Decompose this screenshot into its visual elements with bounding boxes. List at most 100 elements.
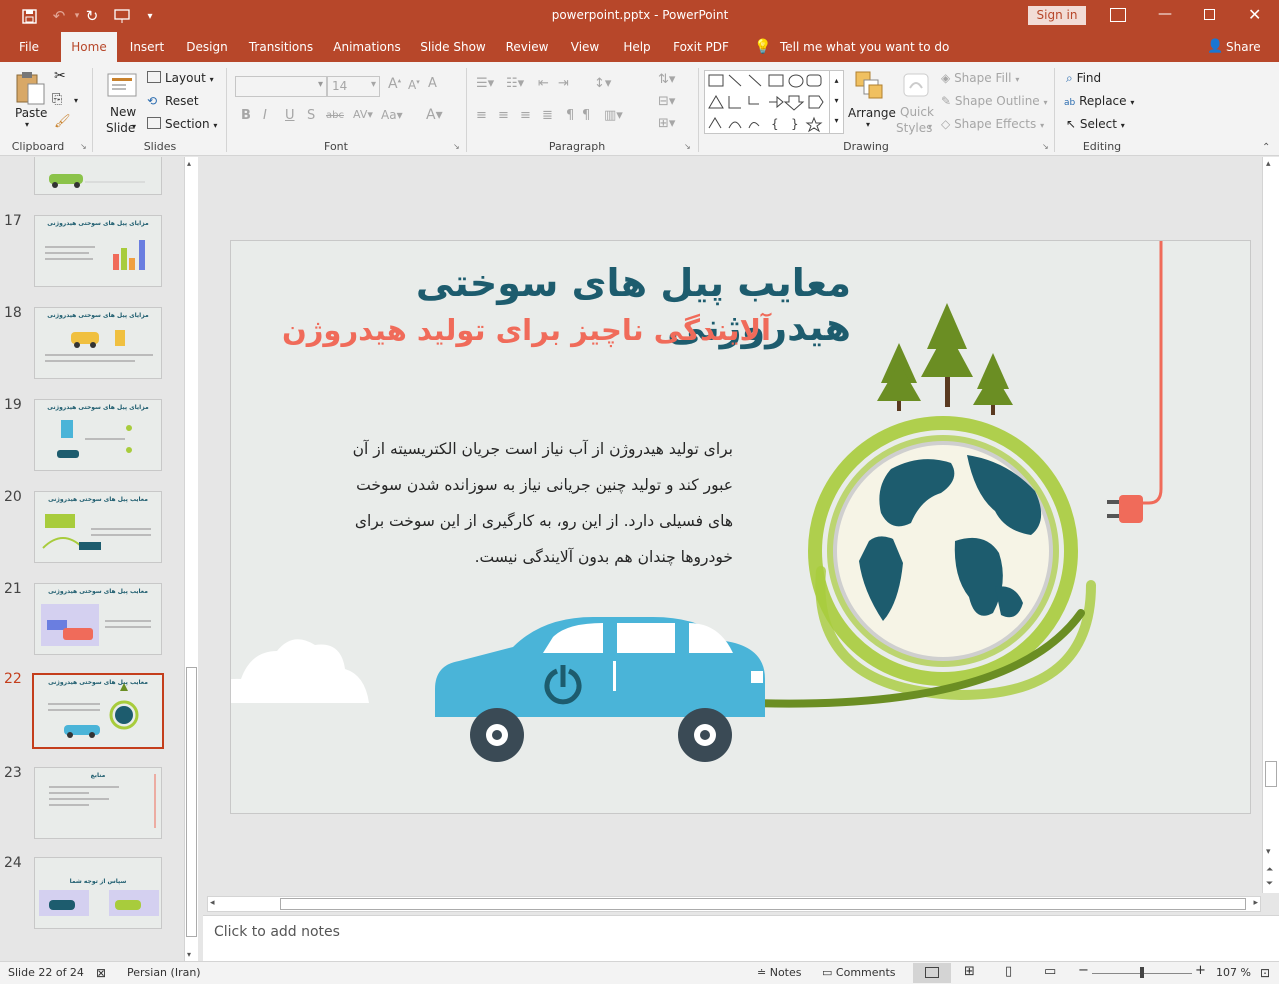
new-slide-icon[interactable] [106, 70, 138, 100]
zoom-slider-thumb[interactable] [1140, 967, 1144, 978]
restore-icon[interactable] [1204, 9, 1215, 20]
scroll-up-icon[interactable]: ▴ [1266, 159, 1271, 169]
slide-body-text[interactable]: برای تولید هیدروژن از آب نیاز است جریان … [291, 431, 733, 575]
layout-button[interactable]: Layout ▾ [165, 71, 214, 85]
arrange-dropdown-icon[interactable]: ▾ [866, 120, 870, 129]
close-icon[interactable]: ✕ [1248, 5, 1261, 24]
tab-animations[interactable]: Animations [330, 32, 404, 62]
drawing-launcher-icon[interactable]: ↘ [1042, 142, 1049, 151]
quick-styles-label-2[interactable]: Styles [896, 121, 932, 135]
section-button[interactable]: Section ▾ [165, 117, 217, 131]
scroll-down-icon[interactable]: ▾ [187, 950, 191, 959]
new-slide-label-1[interactable]: New [110, 105, 136, 119]
reading-view-icon[interactable]: ▯ [1005, 964, 1012, 979]
scroll-up-icon[interactable]: ▴ [187, 159, 191, 168]
text-direction-icon[interactable]: ⇅▾ [658, 72, 675, 87]
zoom-out-icon[interactable]: − [1078, 963, 1089, 978]
smartart-icon[interactable]: ⊞▾ [658, 116, 675, 131]
customize-toolbar-icon[interactable]: ▾ [141, 7, 159, 25]
spell-check-icon[interactable]: ⊠ [96, 966, 106, 980]
character-spacing-icon[interactable]: AV▾ [353, 108, 373, 121]
strikethrough-icon[interactable]: abc [326, 110, 344, 121]
slide-thumbnail[interactable] [34, 157, 162, 195]
vertical-scrollbar[interactable]: ▴ ▾ ⏶ ⏷ [1262, 157, 1279, 893]
save-icon[interactable] [20, 7, 38, 25]
shape-fill-button[interactable]: ◈ Shape Fill ▾ [941, 71, 1019, 85]
slideshow-view-icon[interactable]: ▭ [1044, 964, 1056, 979]
arrange-icon[interactable] [854, 70, 884, 100]
new-slide-dropdown-icon[interactable]: ▾ [132, 122, 136, 131]
copy-dropdown-icon[interactable]: ▾ [74, 96, 78, 105]
next-slide-icon[interactable]: ⏷ [1266, 879, 1273, 889]
undo-icon[interactable]: ↶ [50, 7, 68, 25]
scrollbar-thumb[interactable] [280, 898, 1246, 910]
slide-canvas[interactable]: معایب پیل های سوختی هیدروژنی آلایندگی نا… [230, 240, 1251, 814]
reset-button[interactable]: Reset [165, 94, 199, 108]
paragraph-launcher-icon[interactable]: ↘ [684, 142, 691, 151]
paste-button[interactable]: Paste [15, 106, 47, 120]
arrange-button[interactable]: Arrange [848, 106, 896, 120]
slide-thumbnail-20[interactable]: معایب پیل های سوختی هیدروژنی [34, 491, 162, 563]
rtl-icon[interactable]: ¶ [566, 108, 574, 123]
zoom-in-icon[interactable]: + [1195, 963, 1206, 978]
slide-thumbnail-22-selected[interactable]: معایب پیل های سوختی هیدروژنی [32, 673, 164, 749]
tab-transitions[interactable]: Transitions [246, 32, 316, 62]
tab-home[interactable]: Home [61, 32, 117, 62]
comments-toggle[interactable]: ▭ Comments [822, 966, 896, 979]
slide-thumbnail-19[interactable]: مزایای پیل های سوختی هیدروژنی [34, 399, 162, 471]
tab-review[interactable]: Review [502, 32, 552, 62]
font-launcher-icon[interactable]: ↘ [453, 142, 460, 151]
notes-pane[interactable]: Click to add notes [203, 915, 1279, 961]
underline-icon[interactable]: U [285, 108, 295, 123]
sign-in-button[interactable]: Sign in [1028, 6, 1086, 25]
format-painter-icon[interactable]: 🖌 [54, 114, 71, 129]
clear-formatting-icon[interactable]: A [428, 76, 437, 91]
align-center-icon[interactable]: ≡ [498, 108, 509, 123]
slide-thumbnail-18[interactable]: مزایای پیل های سوختی هیدروژنی [34, 307, 162, 379]
tab-file[interactable]: File [8, 32, 50, 62]
scroll-right-icon[interactable]: ▸ [1253, 898, 1258, 908]
line-spacing-icon[interactable]: ↕▾ [594, 76, 611, 91]
columns-icon[interactable]: ▥▾ [604, 108, 623, 123]
decrease-indent-icon[interactable]: ⇤ [538, 76, 549, 91]
slide-thumbnail-23[interactable]: منابع [34, 767, 162, 839]
collapse-ribbon-icon[interactable]: ⌃ [1262, 142, 1270, 153]
notes-toggle[interactable]: ≐ Notes [757, 966, 802, 979]
zoom-level[interactable]: 107 % [1216, 966, 1251, 979]
find-button[interactable]: ⌕ Find [1066, 71, 1101, 86]
thumbnail-scrollbar[interactable]: ▴ ▾ [184, 157, 198, 961]
slide-thumbnail-24[interactable]: سپاس از توجه شما [34, 857, 162, 929]
shadow-icon[interactable]: S [307, 108, 315, 123]
new-slide-label-2[interactable]: Slide [106, 121, 135, 135]
slide-thumbnail-21[interactable]: معایب پیل های سوختی هیدروژنی [34, 583, 162, 655]
shape-effects-button[interactable]: ◇ Shape Effects ▾ [941, 117, 1044, 131]
layout-icon[interactable] [147, 71, 161, 83]
quick-styles-icon[interactable] [900, 70, 932, 102]
select-button[interactable]: ↖ Select ▾ [1066, 117, 1125, 131]
copy-icon[interactable]: ⎘ [52, 92, 62, 107]
tab-slide-show[interactable]: Slide Show [418, 32, 488, 62]
language-status[interactable]: Persian (Iran) [127, 966, 201, 979]
scrollbar-thumb[interactable] [1265, 761, 1277, 787]
numbering-icon[interactable]: ☷▾ [506, 76, 524, 91]
scroll-down-icon[interactable]: ▾ [1266, 847, 1271, 857]
justify-icon[interactable]: ≣ [542, 108, 553, 123]
paste-dropdown-icon[interactable]: ▾ [25, 120, 29, 129]
tab-insert[interactable]: Insert [124, 32, 170, 62]
normal-view-button[interactable] [913, 963, 951, 983]
minimize-icon[interactable]: — [1158, 6, 1172, 22]
scroll-left-icon[interactable]: ◂ [210, 898, 215, 908]
start-slideshow-icon[interactable] [113, 7, 131, 25]
decrease-font-icon[interactable]: A▾ [408, 78, 420, 92]
previous-slide-icon[interactable]: ⏶ [1266, 865, 1273, 875]
tab-help[interactable]: Help [618, 32, 656, 62]
ltr-icon[interactable]: ¶ [582, 108, 590, 123]
italic-icon[interactable]: I [263, 108, 267, 123]
redo-icon[interactable]: ↻ [83, 7, 101, 25]
change-case-icon[interactable]: Aa▾ [381, 108, 403, 122]
paste-icon[interactable] [14, 70, 46, 106]
align-right-icon[interactable]: ≡ [520, 108, 531, 123]
fit-to-window-icon[interactable]: ⊡ [1260, 966, 1270, 980]
bullets-icon[interactable]: ☰▾ [476, 76, 494, 91]
shapes-gallery[interactable]: {} ▴ ▾ ▾ [704, 70, 844, 134]
